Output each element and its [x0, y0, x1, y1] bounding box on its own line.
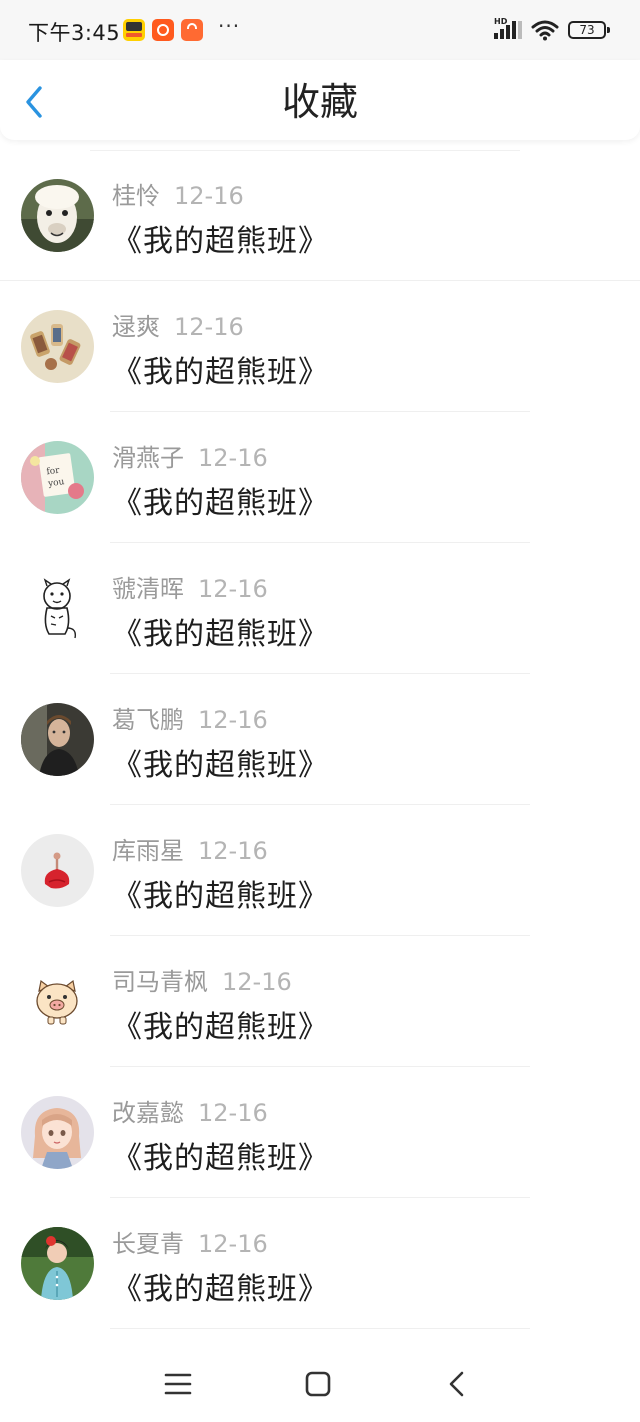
book-title: 《我的超熊班》: [112, 486, 329, 521]
page-title: 收藏: [281, 80, 358, 124]
home-square-icon: [305, 1371, 331, 1397]
svg-text:for: for: [46, 466, 61, 478]
recent-apps-button[interactable]: [158, 1364, 198, 1404]
favorite-date: 12-16: [222, 968, 292, 996]
favorite-date: 12-16: [198, 575, 268, 603]
kuaishou-app-icon: [152, 19, 174, 41]
list-item[interactable]: 逯爽 12-16 《我的超熊班》: [0, 281, 640, 412]
user-name: 葛飞鹏: [112, 706, 184, 734]
more-notifications-icon: ···: [218, 14, 241, 38]
user-name: 桂怜: [112, 182, 160, 210]
battery-icon: 73: [568, 21, 610, 39]
menu-icon: [164, 1373, 192, 1395]
status-time: 下午3:45: [28, 21, 121, 45]
home-button[interactable]: [298, 1364, 338, 1404]
favorite-date: 12-16: [198, 1099, 268, 1127]
book-title: 《我的超熊班》: [112, 224, 329, 259]
user-name: 滑燕子: [112, 444, 184, 472]
favorite-date: 12-16: [198, 1230, 268, 1258]
book-title: 《我的超熊班》: [112, 617, 329, 652]
anime-girl-avatar: [21, 1096, 94, 1169]
book-title: 《我的超熊班》: [112, 1141, 329, 1176]
favorite-date: 12-16: [174, 313, 244, 341]
wifi-icon: [531, 19, 559, 41]
user-name: 库雨星: [112, 837, 184, 865]
favorite-date: 12-16: [198, 837, 268, 865]
chevron-left-icon: [26, 86, 42, 118]
back-button[interactable]: [18, 80, 54, 120]
system-back-button[interactable]: [438, 1364, 478, 1404]
alpaca-avatar: [21, 179, 94, 252]
favorites-list: 桂怜 12-16 《我的超熊班》 逯爽 12-16 《我的超熊班》 for yo…: [0, 150, 640, 1329]
thread-spools-avatar: [21, 310, 94, 383]
list-item[interactable]: 桂怜 12-16 《我的超熊班》: [0, 150, 640, 281]
book-title: 《我的超熊班》: [112, 748, 329, 783]
favorite-date: 12-16: [198, 444, 268, 472]
man-portrait-avatar: [21, 703, 94, 776]
list-item[interactable]: 库雨星 12-16 《我的超熊班》: [0, 805, 640, 936]
meituan-app-icon: [123, 19, 145, 41]
back-chevron-icon: [449, 1371, 464, 1397]
list-item[interactable]: 司马青枫 12-16 《我的超熊班》: [0, 936, 640, 1067]
list-item[interactable]: 葛飞鹏 12-16 《我的超熊班》: [0, 674, 640, 805]
system-navigation-bar: [0, 1342, 640, 1422]
list-item[interactable]: 虢清晖 12-16 《我的超熊班》: [0, 543, 640, 674]
favorite-date: 12-16: [198, 706, 268, 734]
title-bar: 收藏: [0, 60, 640, 140]
list-item[interactable]: for you 滑燕子 12-16 《我的超熊班》: [0, 412, 640, 543]
book-title: 《我的超熊班》: [112, 1010, 329, 1045]
shopping-bag-app-icon: [181, 19, 203, 41]
favorite-date: 12-16: [174, 182, 244, 210]
cartoon-pig-avatar: [21, 965, 94, 1038]
cellular-signal-icon: HD: [494, 17, 522, 41]
user-name: 逯爽: [112, 313, 160, 341]
cartoon-tiger-avatar: [21, 572, 94, 645]
user-name: 长夏青: [112, 1230, 184, 1258]
red-dress-figure-avatar: [21, 834, 94, 907]
child-photo-avatar: [21, 1227, 94, 1300]
list-item[interactable]: 改嘉懿 12-16 《我的超熊班》: [0, 1067, 640, 1198]
user-name: 虢清晖: [112, 575, 184, 603]
list-item[interactable]: 长夏青 12-16 《我的超熊班》: [0, 1198, 640, 1329]
book-title: 《我的超熊班》: [112, 355, 329, 390]
book-title: 《我的超熊班》: [112, 1272, 329, 1307]
book-title: 《我的超熊班》: [112, 879, 329, 914]
for-you-card-avatar: for you: [21, 441, 94, 514]
user-name: 改嘉懿: [112, 1099, 184, 1127]
battery-level: 73: [579, 23, 595, 37]
status-bar: 下午3:45 ··· HD 73: [0, 0, 640, 60]
user-name: 司马青枫: [112, 968, 208, 996]
